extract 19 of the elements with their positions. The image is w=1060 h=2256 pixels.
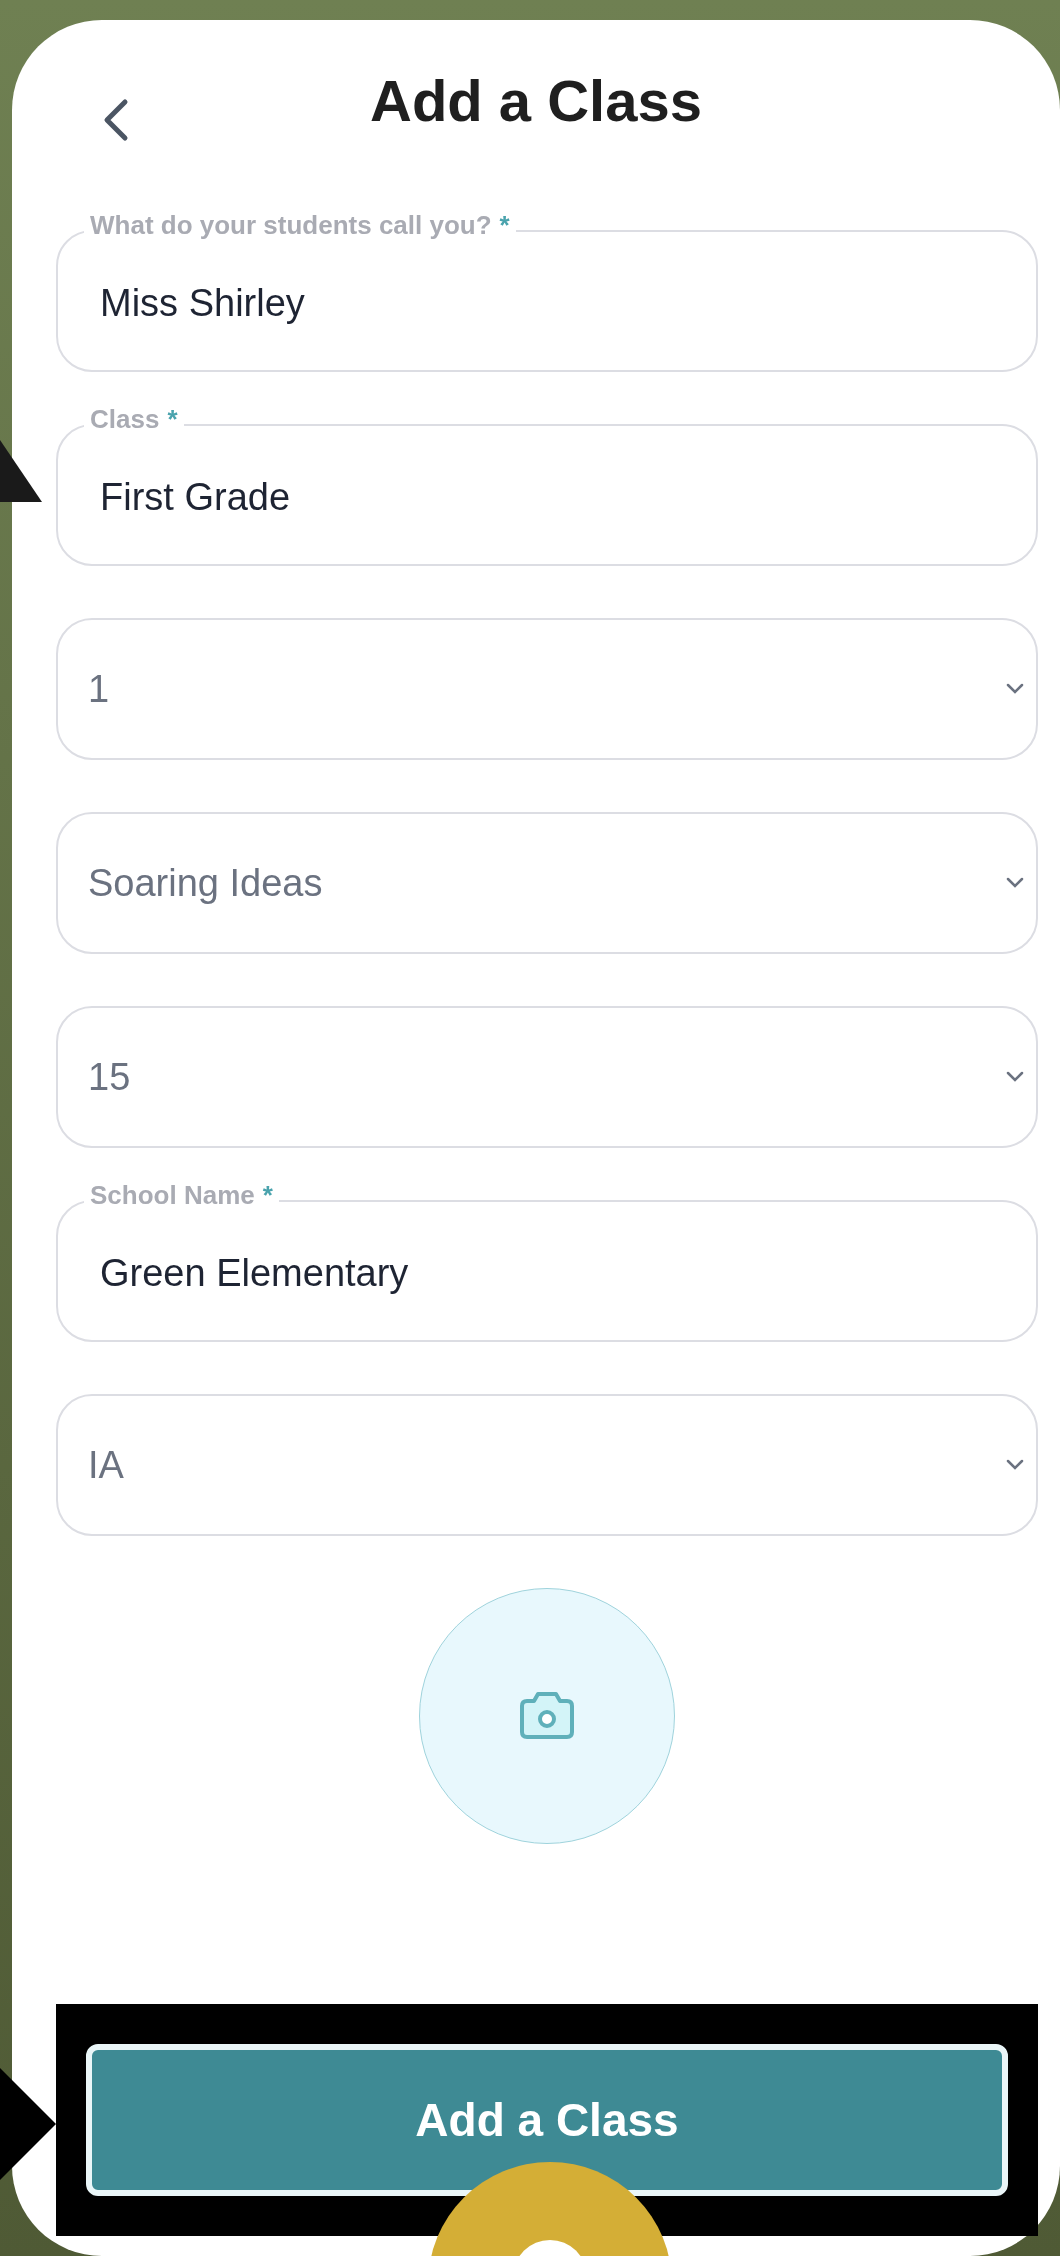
- field-value: Miss Shirley: [100, 280, 305, 326]
- back-chevron-icon: [103, 98, 129, 142]
- pointer-arrow: [0, 440, 42, 502]
- selected-value: Soaring Ideas: [88, 860, 323, 906]
- field-value: First Grade: [100, 474, 291, 520]
- field-value: Green Elementary: [100, 1250, 409, 1296]
- dropdown-field[interactable]: 15: [56, 1006, 1038, 1148]
- chevron-down-icon: [1006, 1071, 1024, 1083]
- selected-value: IA: [88, 1442, 124, 1488]
- selected-value: 15: [88, 1054, 131, 1100]
- dropdown-field[interactable]: Soaring Ideas: [56, 812, 1038, 954]
- chevron-down-icon: [1006, 877, 1024, 889]
- chevron-down-icon: [1006, 1459, 1024, 1471]
- dropdown-field[interactable]: IA: [56, 1394, 1038, 1536]
- chevron-down-icon: [1006, 683, 1024, 695]
- add-class-button[interactable]: Add a Class: [86, 2044, 1008, 2196]
- selected-value: 1: [88, 666, 110, 712]
- page-title: Add a Class: [370, 66, 702, 135]
- dropdown-field[interactable]: 1: [56, 618, 1038, 760]
